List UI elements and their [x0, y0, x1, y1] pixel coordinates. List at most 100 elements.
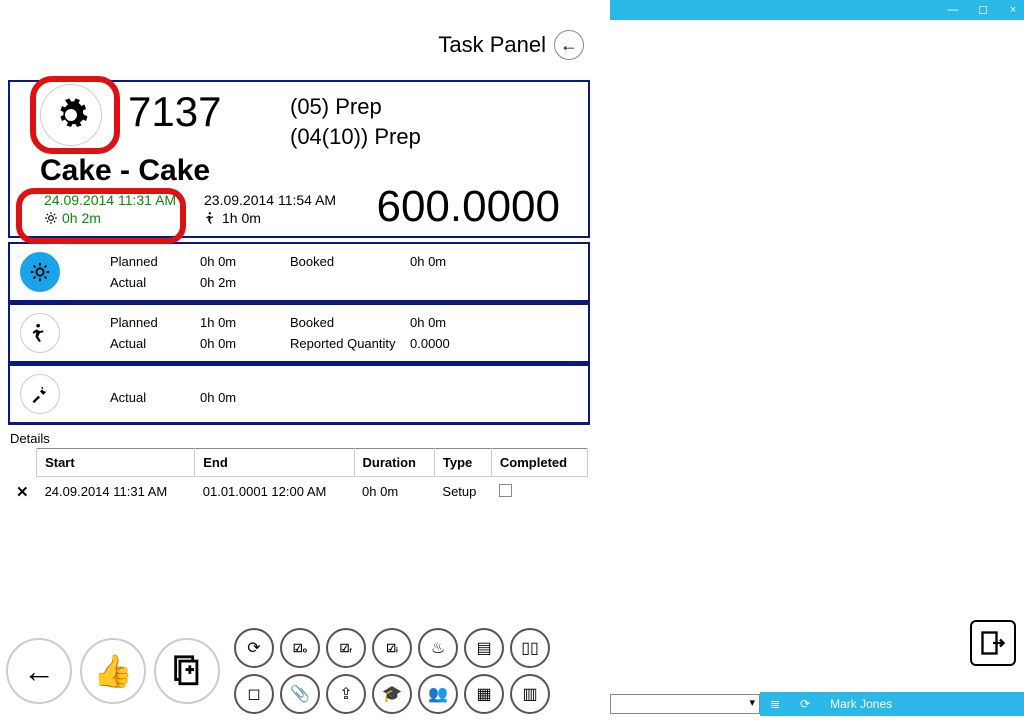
status-tool-row[interactable]: Actual 0h 0m [8, 364, 590, 425]
notebook-button[interactable]: ▥ [510, 674, 550, 714]
bottom-toolbar: ← 👍 ⟳ ☑ₒ ☑ᵣ ☑ᵢ ♨ ▤ ▯▯ ◻ 📎 ⇪ 🎓 👥 ▦ ▥ [6, 628, 550, 714]
task-op2: (04(10)) Prep [290, 122, 421, 152]
steam-button[interactable]: ♨ [418, 628, 458, 668]
cell-end: 01.01.0001 12:00 AM [195, 477, 354, 507]
cell-start: 24.09.2014 11:31 AM [37, 477, 195, 507]
task-op1: (05) Prep [290, 92, 421, 122]
steam-icon: ♨ [431, 638, 445, 658]
setup-planned-value: 0h 0m [200, 254, 290, 269]
tool-status-icon-button[interactable] [20, 374, 60, 414]
time-current: 24.09.2014 11:31 AM [44, 192, 204, 208]
users-icon: 👥 [428, 684, 448, 704]
paperclip-icon: 📎 [290, 684, 310, 704]
cell-duration: 0h 0m [354, 477, 434, 507]
setup-status-icon-button[interactable] [20, 252, 60, 292]
status-strip: ≣ ⟳ Mark Jones [760, 692, 1024, 716]
label-actual: Actual [110, 390, 200, 405]
network-icon: ≣ [770, 697, 780, 711]
graduation-cap-icon: 🎓 [382, 684, 402, 704]
page-icon: ◻ [247, 684, 260, 704]
run-status-icon-button[interactable] [20, 313, 60, 353]
col-completed[interactable]: Completed [491, 449, 587, 477]
book-button[interactable]: ▯▯ [510, 628, 550, 668]
back-button[interactable]: ← [554, 30, 584, 60]
calendar-icon: ▦ [476, 684, 491, 704]
label-reported-qty: Reported Quantity [290, 336, 410, 351]
calendar-button[interactable]: ▦ [464, 674, 504, 714]
nav-back-button[interactable]: ← [6, 638, 72, 704]
col-start[interactable]: Start [37, 449, 195, 477]
col-duration[interactable]: Duration [354, 449, 434, 477]
refresh-button[interactable]: ⟳ [234, 628, 274, 668]
user-name[interactable]: Mark Jones [830, 697, 892, 711]
task-summary-card: 7137 (05) Prep (04(10)) Prep Cake - Cake… [8, 80, 590, 238]
list-button[interactable]: ▤ [464, 628, 504, 668]
window-titlebar: — ☐ × [610, 0, 1024, 20]
cell-type: Setup [434, 477, 491, 507]
run-reported-qty-value: 0.0000 [410, 336, 500, 351]
documents-button[interactable] [154, 638, 220, 704]
arrow-left-bold-icon: ← [23, 653, 55, 690]
setup-booked-value: 0h 0m [410, 254, 500, 269]
table-row[interactable]: ✕ 24.09.2014 11:31 AM 01.01.0001 12:00 A… [8, 477, 588, 507]
label-planned: Planned [110, 315, 200, 330]
task-quantity: 600.0000 [376, 182, 560, 232]
documents-stack-icon [170, 654, 204, 688]
details-label: Details [10, 431, 1024, 446]
close-button[interactable]: × [1006, 4, 1020, 16]
details-table: Start End Duration Type Completed ✕ 24.0… [8, 448, 588, 507]
minimize-button[interactable]: — [946, 4, 960, 16]
check-list-o-icon: ☑ₒ [293, 642, 307, 655]
setup-duration: 0h 2m [62, 210, 101, 226]
completed-checkbox[interactable] [499, 484, 512, 497]
status-section: Planned 0h 0m Booked 0h 0m Actual 0h 2m … [8, 242, 590, 425]
gear-icon [29, 261, 51, 283]
status-setup-row[interactable]: Planned 0h 0m Booked 0h 0m Actual 0h 2m [8, 242, 590, 303]
upload-button[interactable]: ⇪ [326, 674, 366, 714]
exit-button[interactable] [970, 620, 1016, 666]
upload-icon: ⇪ [339, 684, 352, 704]
arrow-left-icon: ← [560, 35, 578, 56]
bottom-status-bar: ≣ ⟳ Mark Jones [610, 692, 1024, 716]
panel-title: Task Panel [438, 32, 546, 58]
setup-actual-value: 0h 2m [200, 275, 290, 290]
thumbs-up-plus-icon: 👍 [93, 652, 133, 690]
task-operations: (05) Prep (04(10)) Prep [290, 92, 421, 151]
check-list-i-icon: ☑ᵢ [386, 642, 397, 655]
users-button[interactable]: 👥 [418, 674, 458, 714]
run-booked-value: 0h 0m [410, 315, 500, 330]
check-r-button[interactable]: ☑ᵣ [326, 628, 366, 668]
label-actual: Actual [110, 275, 200, 290]
run-small-icon [204, 211, 218, 225]
status-run-row[interactable]: Planned 1h 0m Booked 0h 0m Actual 0h 0m … [8, 303, 590, 364]
tool-actual-value: 0h 0m [200, 390, 290, 405]
gear-small-icon [44, 211, 58, 225]
attach-button[interactable]: 📎 [280, 674, 320, 714]
page-button[interactable]: ◻ [234, 674, 274, 714]
delete-row-icon[interactable]: ✕ [16, 484, 29, 501]
col-type[interactable]: Type [434, 449, 491, 477]
dropdown-selector[interactable] [610, 694, 760, 714]
approve-button[interactable]: 👍 [80, 638, 146, 704]
tools-icon [30, 384, 50, 404]
list-icon: ▤ [476, 638, 491, 658]
check-list-r-icon: ☑ᵣ [340, 642, 353, 655]
task-status-button[interactable] [40, 84, 102, 146]
check-i-button[interactable]: ☑ᵢ [372, 628, 412, 668]
run-icon [29, 322, 51, 344]
gear-icon [53, 97, 89, 133]
run-planned-value: 1h 0m [200, 315, 290, 330]
label-booked: Booked [290, 315, 410, 330]
open-book-icon: ▯▯ [521, 638, 539, 658]
check-o-button[interactable]: ☑ₒ [280, 628, 320, 668]
col-end[interactable]: End [195, 449, 354, 477]
refresh-icon: ⟳ [247, 638, 260, 658]
exit-icon [979, 629, 1007, 657]
panel-header: Task Panel ← [0, 0, 598, 70]
education-button[interactable]: 🎓 [372, 674, 412, 714]
sync-icon[interactable]: ⟳ [800, 697, 810, 711]
run-duration: 1h 0m [222, 210, 261, 226]
notebook-icon: ▥ [522, 684, 537, 704]
time-planned: 23.09.2014 11:54 AM [204, 192, 384, 208]
maximize-button[interactable]: ☐ [976, 4, 990, 17]
